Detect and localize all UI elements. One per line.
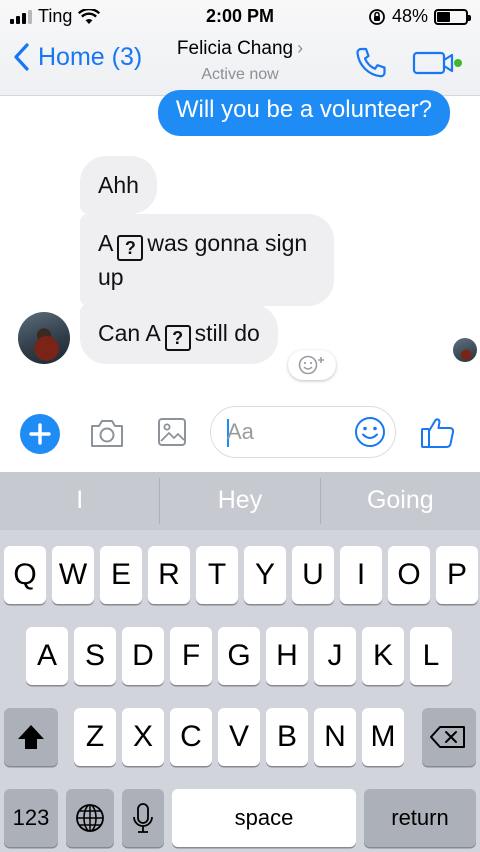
battery-percent: 48% [391,6,428,26]
outgoing-message[interactable]: Will you be a volunteer? [157,90,450,136]
key-j[interactable]: J [314,627,356,685]
smiley-plus-icon [298,355,324,375]
dictation-key[interactable] [122,789,164,847]
more-options-button[interactable] [20,414,60,454]
message-input-wrapper [210,406,396,458]
key-l[interactable]: L [410,627,452,685]
emoji-icon[interactable] [353,415,387,449]
suggestion-item[interactable]: Going [321,472,480,530]
missing-emoji-glyph: ? [164,325,191,351]
key-g[interactable]: G [218,627,260,685]
conversation-title[interactable]: Felicia Chang › Active now [140,38,340,84]
message-text: A [98,230,114,256]
key-s[interactable]: S [74,627,116,685]
battery-icon [434,8,471,25]
numbers-key[interactable]: 123 [4,789,58,847]
video-call-icon[interactable] [412,50,464,76]
space-key[interactable]: space [172,789,356,847]
key-v[interactable]: V [218,708,260,766]
suggestion-item[interactable]: I [0,472,159,530]
key-y[interactable]: Y [244,546,286,604]
contact-status: Active now [201,66,279,83]
shift-icon [18,725,44,749]
incoming-message[interactable]: Ahh [80,156,157,214]
key-r[interactable]: R [148,546,190,604]
key-a[interactable]: A [26,627,68,685]
message-thread[interactable]: Will you be a volunteer? Ahh A? was gonna… [0,90,480,396]
read-receipt-avatar [453,338,477,362]
thumbs-up-icon[interactable] [418,412,458,452]
add-reaction-button[interactable] [288,350,336,380]
camera-icon[interactable] [88,416,126,450]
phone-call-icon[interactable] [354,46,388,80]
contact-name: Felicia Chang [176,38,294,59]
key-c[interactable]: C [170,708,212,766]
orientation-lock-icon [369,8,385,25]
gallery-icon[interactable] [156,416,188,448]
contact-avatar[interactable] [18,312,70,364]
globe-icon [76,804,104,832]
key-w[interactable]: W [52,546,94,604]
composer-bar [0,396,480,472]
key-n[interactable]: N [314,708,356,766]
backspace-icon [430,726,465,748]
key-b[interactable]: B [266,708,308,766]
plus-icon [29,423,51,445]
key-z[interactable]: Z [74,708,116,766]
key-t[interactable]: T [196,546,238,604]
back-label: Home (3) [38,42,143,71]
shift-key[interactable] [4,708,58,766]
status-right: 48% [368,6,471,27]
top-bar: Ting 2:00 PM 48% Home (3) Felicia Chang › [0,0,480,96]
incoming-message[interactable]: Can A? still do [80,304,278,364]
key-q[interactable]: Q [4,546,46,604]
key-m[interactable]: M [362,708,404,766]
status-bar: Ting 2:00 PM 48% [0,0,480,32]
delete-key[interactable] [422,708,476,766]
message-text: still do [194,320,260,346]
message-text: Can A [98,320,161,346]
key-u[interactable]: U [292,546,334,604]
key-x[interactable]: X [122,708,164,766]
key-f[interactable]: F [170,627,212,685]
microphone-icon [133,803,153,833]
chevron-left-icon [14,43,29,71]
key-k[interactable]: K [362,627,404,685]
keyboard: I Hey Going Q W E R T Y U I O P A S D F … [0,472,480,852]
key-e[interactable]: E [100,546,142,604]
incoming-message[interactable]: A? was gonna sign up [80,214,334,306]
key-o[interactable]: O [388,546,430,604]
missing-emoji-glyph: ? [117,235,144,261]
suggestion-bar: I Hey Going [0,472,480,530]
contact-name-row: Felicia Chang › [140,38,340,60]
globe-key[interactable] [66,789,114,847]
message-input[interactable] [227,417,347,447]
return-key[interactable]: return [364,789,476,847]
key-i[interactable]: I [340,546,382,604]
key-d[interactable]: D [122,627,164,685]
suggestion-item[interactable]: Hey [160,472,319,530]
chevron-right-icon: › [297,38,304,58]
key-h[interactable]: H [266,627,308,685]
back-button[interactable]: Home (3) [12,42,142,72]
key-p[interactable]: P [436,546,478,604]
